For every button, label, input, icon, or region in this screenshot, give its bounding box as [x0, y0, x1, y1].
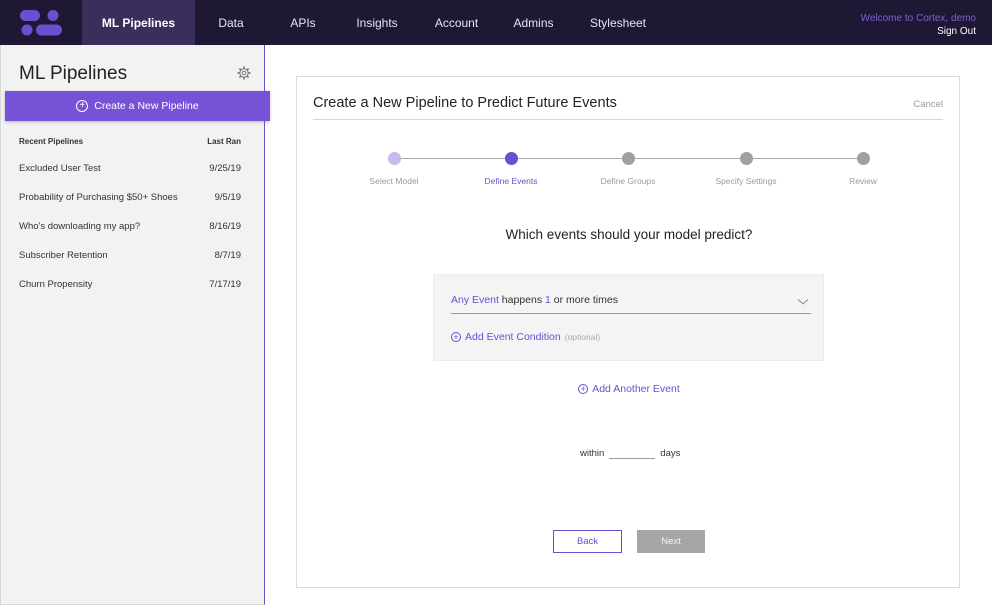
sidebar: ML Pipelines + Create a New Pipeline Rec…: [0, 45, 270, 605]
welcome-text: Welcome to Cortex, demo: [860, 13, 976, 24]
stepper: Select Model Define Events Define Groups Sp…: [333, 152, 933, 192]
recent-pipeline-date: 7/17/19: [209, 279, 241, 290]
step-label: Review: [849, 176, 877, 186]
question-heading: Which events should your model predict?: [505, 227, 753, 242]
step-dot-icon: [504, 152, 518, 165]
step-dot-icon: [387, 152, 401, 165]
plus-circle-icon: +: [578, 384, 589, 394]
recent-pipeline-name: Excluded User Test: [19, 163, 101, 174]
next-button[interactable]: Next: [637, 530, 705, 553]
recent-pipeline-row[interactable]: Probability of Purchasing $50+ Shoes 9/5/…: [19, 192, 241, 221]
recent-pipeline-row[interactable]: Churn Propensity 7/17/19: [19, 279, 241, 308]
chevron-down-icon[interactable]: [797, 297, 809, 305]
recent-pipeline-date: 8/16/19: [209, 221, 241, 232]
days-input[interactable]: [609, 443, 656, 459]
create-pipeline-card: Create a New Pipeline to Predict Future …: [296, 76, 960, 588]
step-label: Define Groups: [600, 176, 656, 186]
step-select-model[interactable]: Select Model: [334, 152, 454, 186]
add-another-label: Add Another Event: [592, 383, 680, 395]
title-divider: [313, 119, 943, 120]
recent-pipeline-name: Churn Propensity: [19, 279, 93, 290]
event-happens-text: happens: [498, 294, 545, 306]
page-title: Create a New Pipeline to Predict Future …: [313, 95, 617, 111]
user-area: Welcome to Cortex, demo Sign Out: [861, 12, 976, 38]
nav-admins[interactable]: Admins: [498, 0, 569, 45]
optional-label: (optional): [564, 332, 601, 342]
step-dot-icon: [621, 152, 635, 165]
plus-circle-icon: +: [76, 100, 89, 112]
recent-pipeline-date: 9/5/19: [214, 192, 241, 203]
event-times-text: or more times: [550, 294, 618, 306]
nav-ml-pipelines[interactable]: ML Pipelines: [82, 0, 195, 45]
recent-pipeline-row[interactable]: Who's downloading my app? 8/16/19: [19, 221, 241, 250]
recent-pipelines-list: Excluded User Test 9/25/19 Probability of …: [19, 163, 241, 308]
event-selector[interactable]: Any Event happens 1 or more times: [451, 294, 811, 314]
nav-stylesheet[interactable]: Stylesheet: [569, 0, 667, 45]
plus-circle-icon: +: [451, 332, 461, 342]
recent-pipeline-row[interactable]: Subscriber Retention 8/7/19: [19, 250, 241, 279]
add-condition-label: Add Event Condition: [465, 331, 561, 343]
nav-apis[interactable]: APIs: [267, 0, 339, 45]
nav-items: ML Pipelines Data APIs Insights Account Admin…: [82, 0, 667, 45]
within-days-row: within days: [580, 443, 680, 459]
nav-insights[interactable]: Insights: [339, 0, 415, 45]
recent-pipeline-name: Who's downloading my app?: [19, 221, 141, 232]
back-button[interactable]: Back: [553, 530, 622, 553]
step-label: Specify Settings: [715, 176, 777, 186]
add-event-condition-button[interactable]: + Add Event Condition (optional): [451, 331, 600, 343]
step-label: Define Events: [484, 176, 538, 186]
create-pipeline-label: Create a New Pipeline: [94, 100, 199, 112]
recent-pipeline-date: 8/7/19: [214, 250, 241, 261]
cortex-logo-icon[interactable]: [0, 0, 82, 45]
recent-pipeline-name: Subscriber Retention: [19, 250, 108, 261]
days-label: days: [660, 448, 681, 459]
cancel-link[interactable]: Cancel: [913, 99, 943, 110]
step-label: Select Model: [369, 176, 419, 186]
sign-out-link[interactable]: Sign Out: [861, 25, 976, 38]
sidebar-title: ML Pipelines: [19, 63, 128, 84]
add-another-event-button[interactable]: + Add Another Event: [297, 383, 961, 395]
nav-account[interactable]: Account: [415, 0, 498, 45]
event-type-link[interactable]: Any Event: [451, 294, 499, 306]
create-pipeline-button[interactable]: + Create a New Pipeline: [5, 91, 270, 121]
recent-pipeline-row[interactable]: Excluded User Test 9/25/19: [19, 163, 241, 192]
step-dot-icon: [739, 152, 753, 165]
step-review: Review: [803, 152, 923, 186]
last-ran-header: Last Ran: [207, 137, 241, 146]
event-box: Any Event happens 1 or more times + Add …: [433, 274, 824, 361]
recent-pipeline-date: 9/25/19: [209, 163, 241, 174]
gear-icon[interactable]: [237, 66, 251, 80]
top-nav: ML Pipelines Data APIs Insights Account Admin…: [0, 0, 992, 45]
step-define-groups: Define Groups: [568, 152, 688, 186]
step-specify-settings: Specify Settings: [686, 152, 806, 186]
step-define-events: Define Events: [451, 152, 571, 186]
within-label: within: [580, 448, 605, 459]
recent-header: Recent Pipelines Last Ran: [19, 137, 241, 146]
recent-pipeline-name: Probability of Purchasing $50+ Shoes: [19, 192, 178, 203]
nav-data[interactable]: Data: [195, 0, 267, 45]
step-dot-icon: [856, 152, 870, 165]
recent-pipelines-header: Recent Pipelines: [19, 137, 84, 146]
